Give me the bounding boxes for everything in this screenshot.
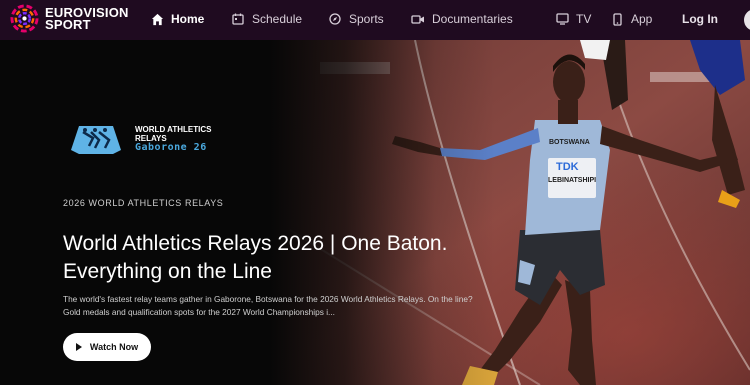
brand-wordmark: EUROVISION SPORT <box>45 6 129 32</box>
nav-schedule[interactable]: Schedule <box>231 12 302 26</box>
video-camera-icon <box>411 12 425 26</box>
bib-sponsor: TDK <box>556 161 579 173</box>
watch-now-button[interactable]: Watch Now <box>63 333 151 361</box>
mobile-phone-icon <box>610 12 624 26</box>
brand-line-2: SPORT <box>45 16 91 32</box>
event-logo-wordmark: WORLD ATHLETICS RELAYS Gaborone 26 <box>135 124 212 153</box>
tv-icon <box>555 12 569 26</box>
account-avatar[interactable] <box>744 9 750 31</box>
hero-description: The world's fastest relay teams gather i… <box>63 294 473 317</box>
bib-country: BOTSWANA <box>549 139 590 146</box>
nav-sports[interactable]: Sports <box>328 12 384 26</box>
top-navigation: EUROVISION SPORT Home Schedule Sports Do… <box>0 0 750 40</box>
world-athletics-relays-logo: WORLD ATHLETICS RELAYS Gaborone 26 <box>65 120 211 156</box>
play-icon <box>75 343 82 351</box>
nav-schedule-label: Schedule <box>252 12 303 26</box>
eurovision-heart-icon <box>10 4 39 33</box>
nav-app-label: App <box>631 12 653 26</box>
home-icon <box>150 12 164 26</box>
event-logo-city: Gaborone 26 <box>135 141 207 153</box>
nav-app[interactable]: App <box>610 12 652 26</box>
nav-tv-label: TV <box>576 12 592 26</box>
nav-sports-label: Sports <box>349 12 384 26</box>
eurovision-sport-logo[interactable]: EUROVISION SPORT <box>10 4 129 33</box>
nav-tv[interactable]: TV <box>555 12 591 26</box>
relay-runners-icon <box>71 126 121 154</box>
hero-eyebrow: 2026 WORLD ATHLETICS RELAYS <box>63 198 224 208</box>
event-logo-line-1: WORLD ATHLETICS <box>135 124 212 134</box>
watch-now-label: Watch Now <box>89 342 139 352</box>
calendar-icon <box>231 12 245 26</box>
hero-title: World Athletics Relays 2026 | One Baton.… <box>63 232 448 283</box>
nav-documentaries-label: Documentaries <box>432 12 513 26</box>
nav-home[interactable]: Home <box>150 12 204 26</box>
bib-name: LEBINATSHIPI <box>548 177 597 184</box>
compass-icon <box>328 12 342 26</box>
nav-documentaries[interactable]: Documentaries <box>411 12 513 26</box>
nav-home-label: Home <box>171 12 205 26</box>
login-button[interactable]: Log In <box>682 12 718 26</box>
hero-banner[interactable]: BOTSWANA TDK LEBINATSHIPI WORLD ATHLETIC… <box>0 40 750 385</box>
